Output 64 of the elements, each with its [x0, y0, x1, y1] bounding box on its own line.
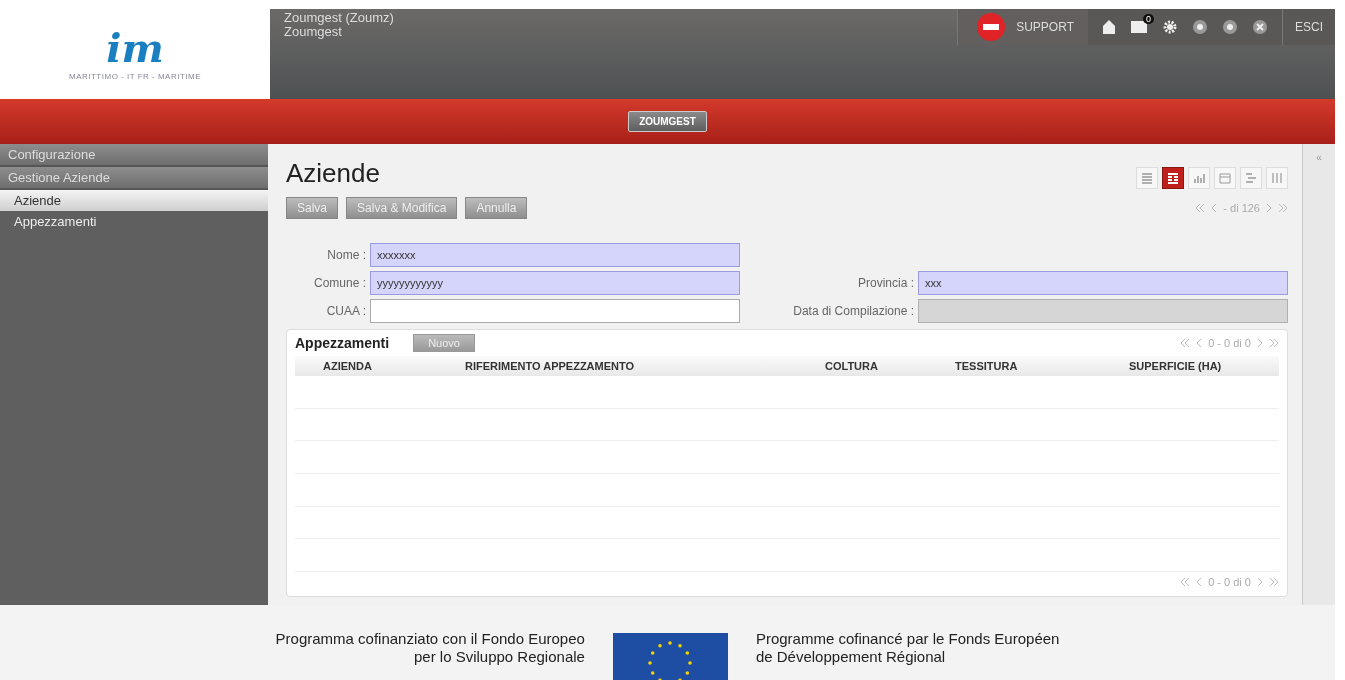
close-icon[interactable]: [1252, 19, 1268, 35]
circle-icon[interactable]: [1222, 19, 1238, 35]
field-label: Comune :: [312, 276, 366, 290]
view-calendar-button[interactable]: [1214, 167, 1236, 189]
document-icon[interactable]: [1130, 20, 1148, 34]
next-page-icon[interactable]: [1266, 203, 1272, 213]
next-page-icon[interactable]: [1257, 338, 1263, 348]
last-page-icon[interactable]: [1278, 203, 1288, 213]
sidebar-item[interactable]: Aziende: [0, 190, 268, 211]
footer-text: Programma cofinanziato con il Fondo Europeo: [275, 630, 585, 648]
subgrid-title: Appezzamenti: [295, 335, 390, 351]
support-icon[interactable]: [976, 12, 1007, 42]
logo-caption: MARITTIMO - IT FR - MARITIME: [68, 71, 202, 81]
form-icon: [1165, 170, 1181, 186]
footer-text: per lo Sviluppo Regionale: [412, 648, 585, 666]
column-header[interactable]: RIFERIMENTO APPEZZAMENTO: [435, 360, 795, 372]
pager-text: 0 - 0 di 0: [1208, 576, 1251, 588]
pager-text: 0 - 0 di 0: [1208, 337, 1251, 349]
previous-page-icon[interactable]: [1196, 577, 1203, 587]
field-label: CUAA :: [325, 304, 366, 318]
last-page-icon[interactable]: [1269, 338, 1279, 348]
view-gantt-button[interactable]: [1240, 167, 1262, 189]
pager-text: - di 126: [1223, 202, 1260, 214]
settings-icon[interactable]: [1162, 19, 1178, 35]
menu-tab[interactable]: ZOUMGEST: [628, 111, 707, 132]
input-field[interactable]: xxx: [918, 271, 1288, 295]
support-link[interactable]: SUPPORT: [1016, 20, 1074, 34]
first-page-icon[interactable]: [1195, 203, 1206, 213]
logout-link[interactable]: ESCI: [1282, 9, 1335, 45]
column-header[interactable]: COLTURA: [795, 360, 925, 372]
column-header[interactable]: TESSITURA: [925, 360, 1129, 372]
calendar-icon: [1217, 170, 1233, 186]
field-label: Data di Compilazione :: [792, 304, 914, 318]
notification-badge: 0: [1142, 14, 1154, 24]
column-header[interactable]: SUPERFICIE (HA): [1129, 360, 1279, 372]
footer-text: Programme cofinancé par le Fonds Européen: [755, 630, 1060, 648]
gantt-icon: [1243, 170, 1259, 186]
sidebar-item[interactable]: Appezzamenti: [0, 211, 268, 232]
previous-page-icon[interactable]: [1196, 338, 1203, 348]
last-page-icon[interactable]: [1269, 577, 1279, 587]
input-field[interactable]: yyyyyyyyyyyy: [370, 271, 740, 295]
sidebar-section[interactable]: Configurazione: [0, 144, 268, 167]
view-columns-button[interactable]: [1266, 167, 1288, 189]
logo-mark: im: [106, 27, 164, 68]
input-field[interactable]: [370, 299, 740, 323]
footer-text: de Développement Régional: [755, 648, 947, 666]
view-form-button[interactable]: [1162, 167, 1184, 189]
eu-flag-icon: [612, 633, 728, 680]
app-title: Zoumgest (Zoumz): [284, 11, 394, 25]
column-header[interactable]: AZIENDA: [295, 360, 435, 372]
columns-icon: [1269, 170, 1285, 186]
next-page-icon[interactable]: [1257, 577, 1263, 587]
circle-icon[interactable]: [1192, 19, 1208, 35]
app-subtitle: Zoumgest: [284, 25, 342, 39]
first-page-icon[interactable]: [1180, 577, 1191, 587]
input-field[interactable]: xxxxxxx: [370, 243, 740, 267]
field-label: Provincia :: [856, 276, 914, 290]
previous-page-icon[interactable]: [1211, 203, 1218, 213]
page-title: Aziende: [286, 158, 380, 189]
home-icon[interactable]: [1102, 19, 1116, 35]
list-icon: [1139, 170, 1155, 186]
sidebar-section[interactable]: Gestione Aziende: [0, 167, 268, 190]
first-page-icon[interactable]: [1180, 338, 1191, 348]
field-label: Nome :: [326, 248, 366, 262]
